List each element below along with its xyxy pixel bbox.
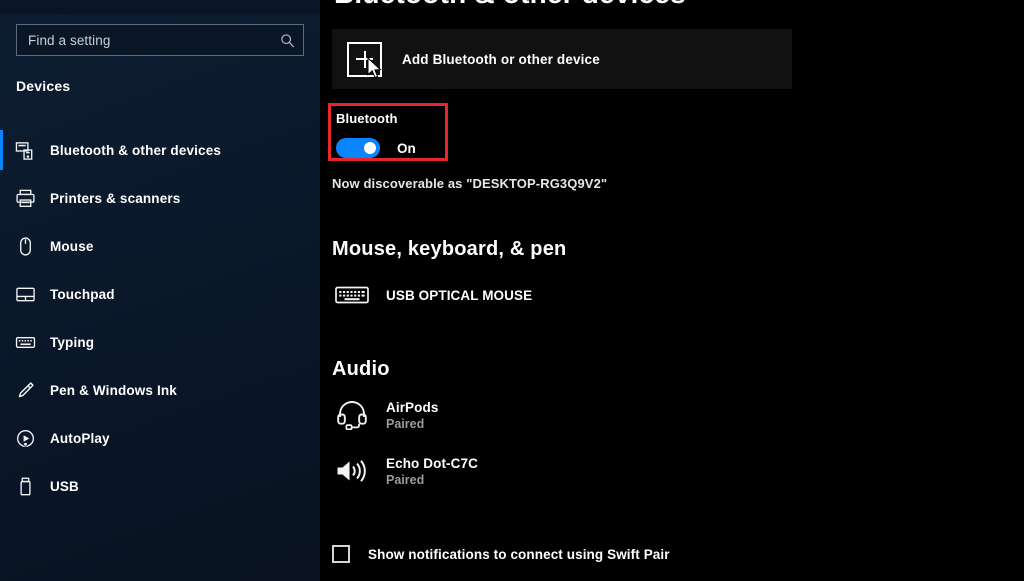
search-icon bbox=[280, 33, 295, 48]
sidebar-item-label: Mouse bbox=[50, 238, 94, 254]
swift-pair-row[interactable]: Show notifications to connect using Swif… bbox=[332, 545, 670, 563]
printer-icon bbox=[14, 187, 36, 209]
sidebar-item-label: Touchpad bbox=[50, 286, 115, 302]
autoplay-icon bbox=[14, 427, 36, 449]
section-title: Mouse, keyboard, & pen bbox=[332, 238, 567, 260]
swift-pair-label: Show notifications to connect using Swif… bbox=[368, 546, 670, 562]
sidebar-item-autoplay[interactable]: AutoPlay bbox=[0, 414, 320, 462]
sidebar-top-strip bbox=[0, 0, 320, 14]
mouse-icon bbox=[14, 235, 36, 257]
sidebar-item-label: Printers & scanners bbox=[50, 190, 181, 206]
keyboard-icon bbox=[14, 331, 36, 353]
sidebar-item-label: Pen & Windows Ink bbox=[50, 382, 177, 398]
sidebar: Devices Bluetooth & other devices bbox=[0, 0, 320, 581]
usb-icon bbox=[14, 475, 36, 497]
sidebar-item-label: USB bbox=[50, 478, 79, 494]
sidebar-item-usb[interactable]: USB bbox=[0, 462, 320, 510]
device-text: Echo Dot-C7C Paired bbox=[386, 456, 478, 487]
sidebar-item-label: Bluetooth & other devices bbox=[50, 142, 222, 158]
search-box[interactable] bbox=[16, 24, 304, 56]
page-title: Bluetooth & other devices bbox=[334, 0, 686, 10]
discoverable-text: Now discoverable as "DESKTOP-RG3Q9V2" bbox=[332, 176, 608, 191]
touchpad-icon bbox=[14, 283, 36, 305]
sidebar-item-mouse[interactable]: Mouse bbox=[0, 222, 320, 270]
device-name: USB OPTICAL MOUSE bbox=[386, 287, 533, 303]
sidebar-item-label: Typing bbox=[50, 334, 95, 350]
device-name: Echo Dot-C7C bbox=[386, 455, 478, 471]
device-name: AirPods bbox=[386, 399, 439, 415]
selection-indicator bbox=[0, 130, 3, 170]
bluetooth-label: Bluetooth bbox=[336, 111, 398, 126]
pen-icon bbox=[14, 379, 36, 401]
headset-icon bbox=[332, 400, 372, 430]
settings-window: Devices Bluetooth & other devices bbox=[0, 0, 1024, 581]
sidebar-item-typing[interactable]: Typing bbox=[0, 318, 320, 366]
sidebar-item-printers-scanners[interactable]: Printers & scanners bbox=[0, 174, 320, 222]
bluetooth-toggle[interactable] bbox=[336, 138, 380, 158]
device-text: USB OPTICAL MOUSE bbox=[386, 288, 532, 303]
section-mouse-keyboard-pen: Mouse, keyboard, & pen USB OPTICAL MOUSE bbox=[332, 238, 1024, 331]
bluetooth-devices-icon bbox=[14, 139, 36, 161]
sidebar-item-pen-windows-ink[interactable]: Pen & Windows Ink bbox=[0, 366, 320, 414]
sidebar-heading: Devices bbox=[16, 78, 71, 94]
sidebar-nav-list: Bluetooth & other devices Printers & sca… bbox=[0, 126, 320, 510]
sidebar-item-touchpad[interactable]: Touchpad bbox=[0, 270, 320, 318]
bluetooth-toggle-row[interactable]: On bbox=[336, 138, 416, 158]
list-item[interactable]: AirPods Paired bbox=[332, 395, 1024, 435]
device-status: Paired bbox=[386, 416, 425, 431]
device-text: AirPods Paired bbox=[386, 400, 438, 431]
swift-pair-checkbox[interactable] bbox=[332, 545, 350, 563]
list-item[interactable]: Echo Dot-C7C Paired bbox=[332, 451, 1024, 491]
add-device-label: Add Bluetooth or other device bbox=[402, 51, 600, 67]
sidebar-item-bluetooth-other-devices[interactable]: Bluetooth & other devices bbox=[0, 126, 320, 174]
sidebar-item-label: AutoPlay bbox=[50, 430, 110, 446]
device-status: Paired bbox=[386, 472, 425, 487]
add-bluetooth-device-button[interactable]: Add Bluetooth or other device bbox=[332, 29, 792, 89]
list-item[interactable]: USB OPTICAL MOUSE bbox=[332, 275, 1024, 315]
keyboard-icon bbox=[332, 280, 372, 310]
plus-icon bbox=[347, 41, 382, 77]
section-audio: Audio AirPods Paired Echo Dot-C7C Paired bbox=[332, 358, 1024, 507]
toggle-thumb bbox=[364, 142, 376, 154]
search-input[interactable] bbox=[28, 32, 280, 48]
speaker-icon bbox=[332, 456, 372, 486]
bluetooth-toggle-state: On bbox=[397, 140, 416, 156]
section-title: Audio bbox=[332, 358, 390, 380]
main-content: Bluetooth & other devices Add Bluetooth … bbox=[320, 0, 1024, 581]
